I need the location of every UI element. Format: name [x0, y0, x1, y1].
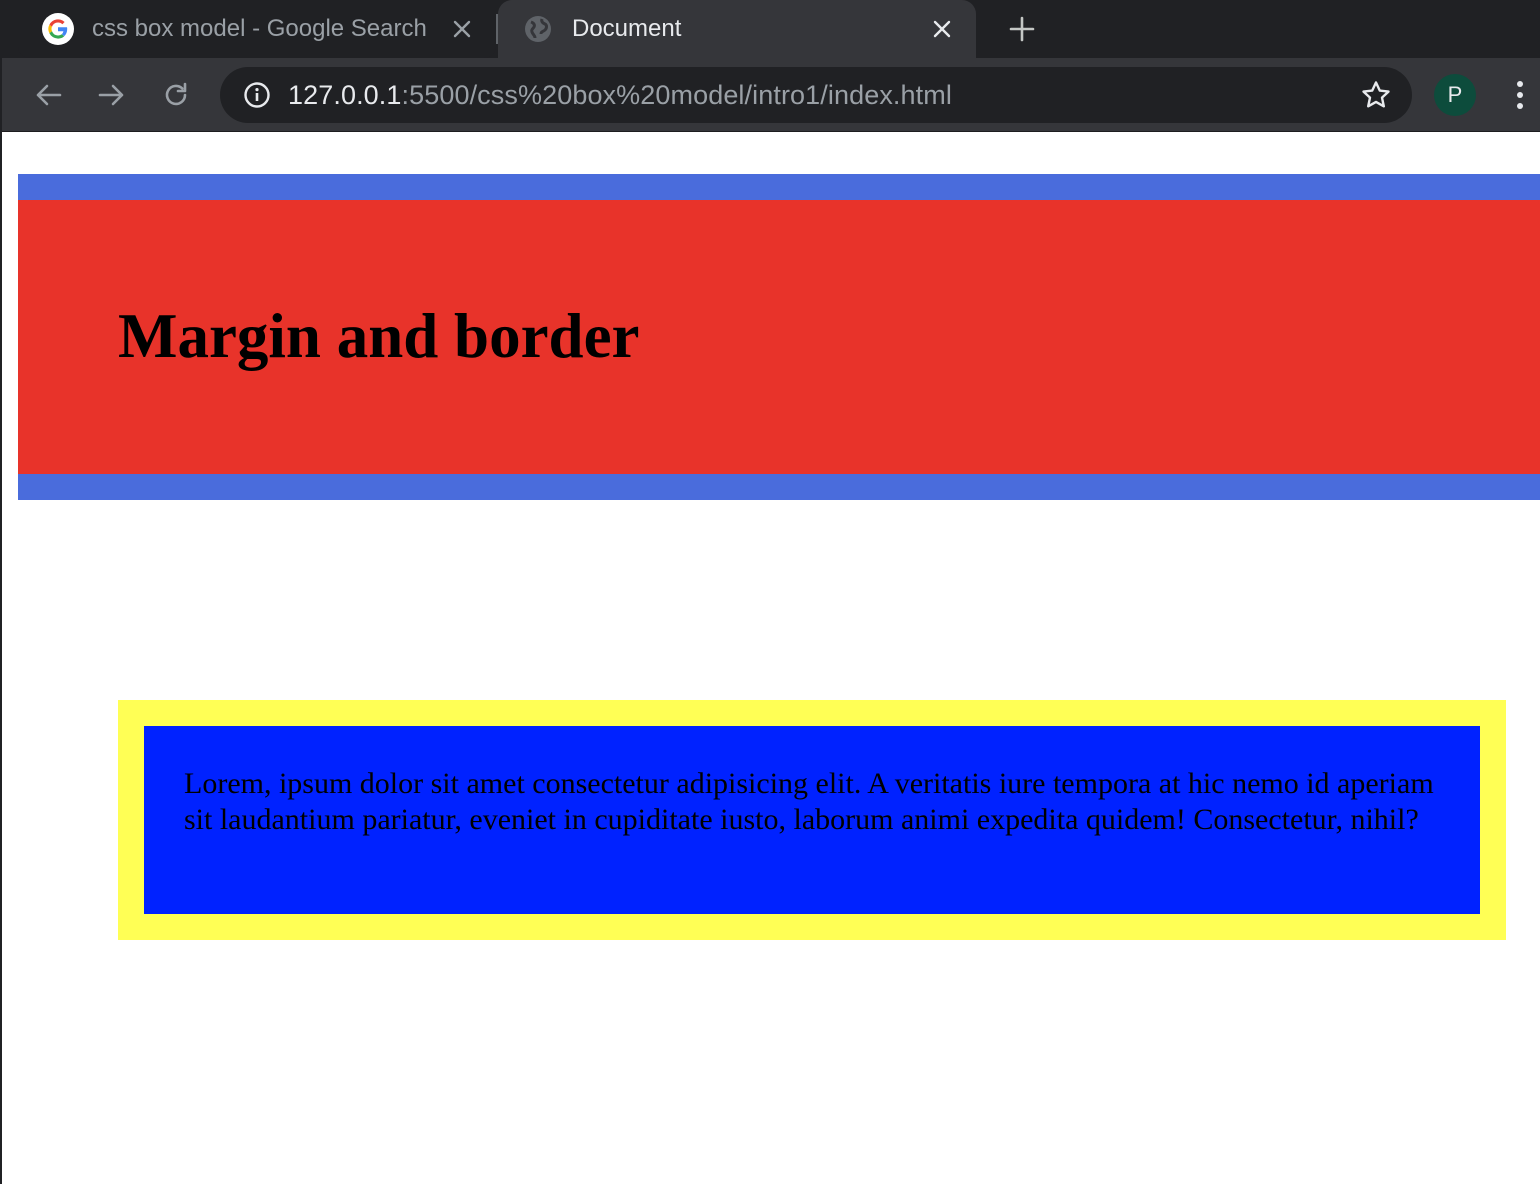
arrow-right-icon [98, 84, 124, 106]
browser-toolbar: 127.0.0.1:5500/css%20box%20model/intro1/… [2, 58, 1540, 132]
forward-button[interactable] [92, 75, 132, 115]
paragraph-text: Lorem, ipsum dolor sit amet consectetur … [184, 767, 1434, 836]
reload-button[interactable] [156, 75, 196, 115]
reload-icon [165, 82, 187, 106]
tab-google-search[interactable]: css box model - Google Search [18, 0, 496, 58]
url-path: :5500/css%20box%20model/intro1/index.htm… [401, 79, 952, 110]
tab-title: Document [572, 15, 682, 42]
url-text[interactable]: 127.0.0.1:5500/css%20box%20model/intro1/… [288, 80, 1358, 111]
bookmark-star-icon[interactable] [1358, 77, 1394, 113]
tab-title: css box model - Google Search [92, 15, 427, 42]
browser-window: css box model - Google Search Document 1… [0, 0, 1540, 1184]
arrow-left-icon [36, 84, 62, 106]
paragraph-box: Lorem, ipsum dolor sit amet consectetur … [118, 700, 1506, 940]
tab-document[interactable]: Document [498, 0, 976, 58]
more-menu-icon[interactable] [1502, 75, 1538, 115]
page-heading: Margin and border [118, 301, 640, 371]
header-box: Margin and border [18, 174, 1540, 500]
url-host: 127.0.0.1 [288, 79, 402, 110]
back-button[interactable] [28, 75, 68, 115]
close-icon[interactable] [928, 15, 956, 43]
close-icon[interactable] [448, 15, 476, 43]
new-tab-button[interactable] [1002, 9, 1042, 49]
info-icon[interactable] [242, 80, 272, 110]
address-bar[interactable]: 127.0.0.1:5500/css%20box%20model/intro1/… [220, 67, 1412, 123]
google-g-icon [42, 13, 74, 45]
page-viewport: Margin and border Lorem, ipsum dolor sit… [2, 132, 1540, 1184]
tab-strip: css box model - Google Search Document [2, 0, 1540, 58]
globe-icon [522, 13, 554, 45]
profile-avatar[interactable]: P [1434, 74, 1476, 116]
plus-icon [1009, 16, 1035, 42]
